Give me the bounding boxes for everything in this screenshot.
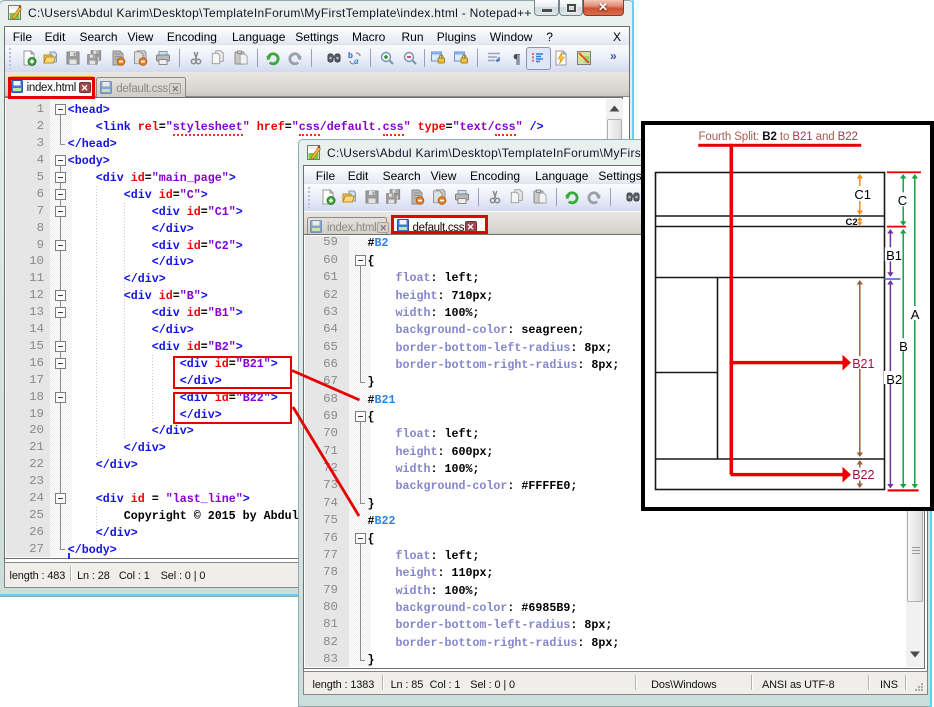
svg-text:¶: ¶: [513, 52, 521, 66]
svg-text:a: a: [354, 56, 359, 66]
svg-text:b: b: [348, 51, 353, 60]
